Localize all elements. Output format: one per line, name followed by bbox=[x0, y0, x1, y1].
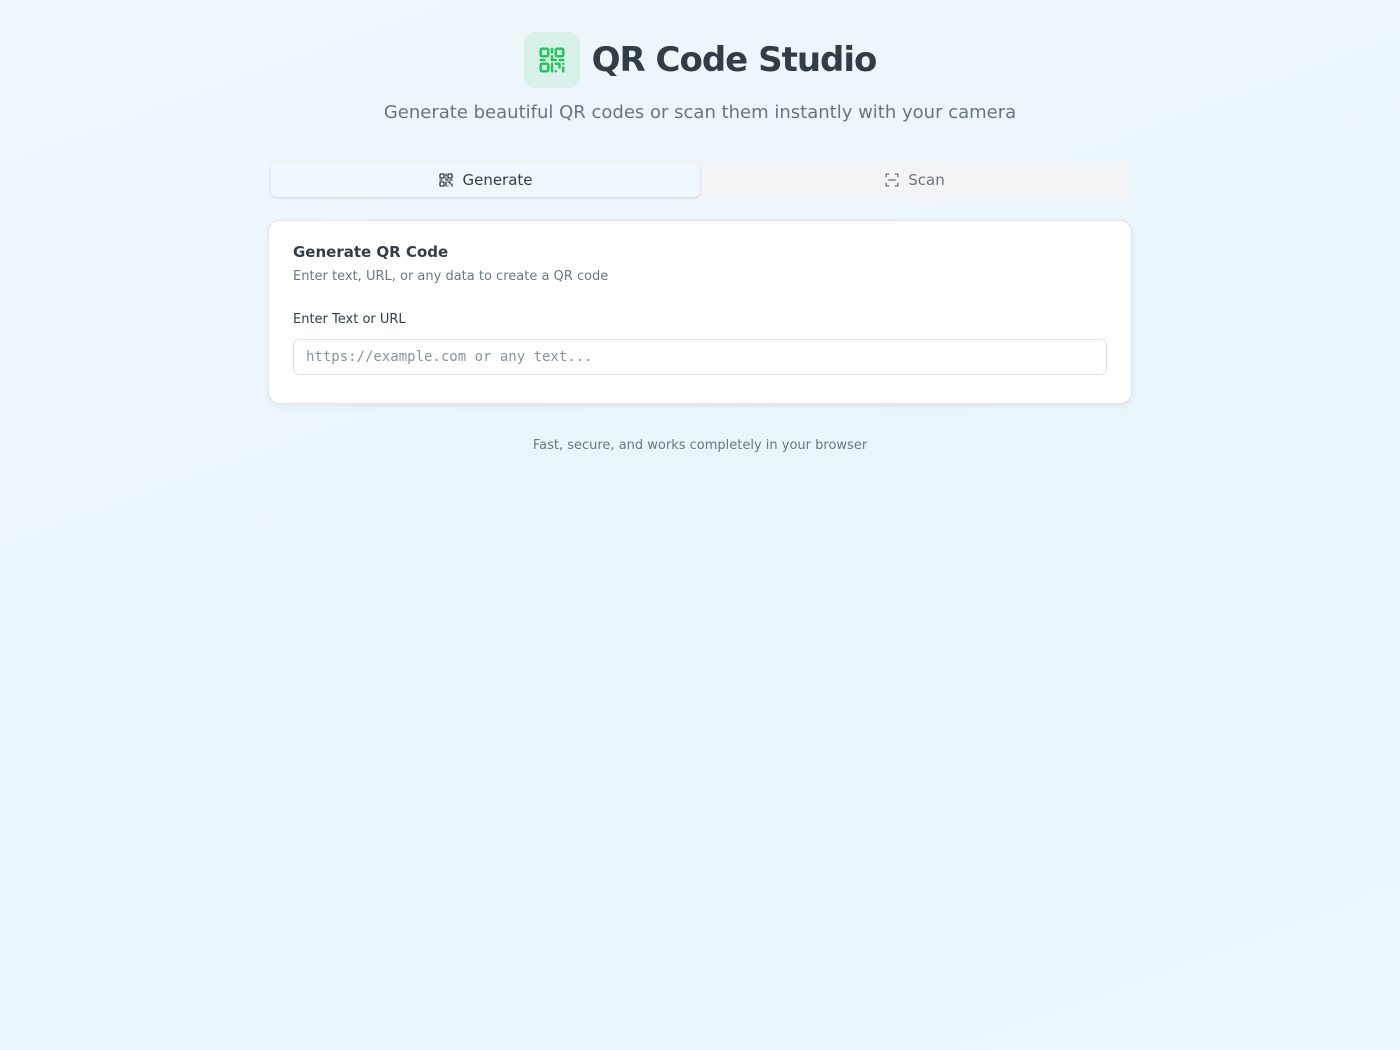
generate-card: Generate QR Code Enter text, URL, or any… bbox=[268, 220, 1132, 404]
tab-generate-label: Generate bbox=[462, 171, 533, 189]
scan-icon bbox=[885, 173, 899, 187]
text-input-label: Enter Text or URL bbox=[293, 312, 406, 327]
footer-note: Fast, secure, and works completely in yo… bbox=[532, 438, 868, 453]
page-title: QR Code Studio bbox=[591, 40, 878, 80]
text-url-input[interactable] bbox=[293, 339, 1107, 375]
tab-scan[interactable]: Scan bbox=[700, 163, 1129, 197]
tab-scan-label: Scan bbox=[908, 171, 945, 189]
mode-tabs: Generate Scan bbox=[268, 160, 1132, 200]
app-root: QR Code Studio Generate beautiful QR cod… bbox=[0, 0, 1400, 1050]
tab-generate[interactable]: Generate bbox=[271, 163, 700, 197]
qr-code-icon bbox=[539, 47, 565, 73]
header: QR Code Studio bbox=[0, 32, 1400, 88]
card-title: Generate QR Code bbox=[293, 243, 449, 261]
page-subtitle: Generate beautiful QR codes or scan them… bbox=[383, 102, 1017, 123]
logo bbox=[523, 32, 580, 88]
qr-code-icon bbox=[439, 173, 454, 187]
card-description: Enter text, URL, or any data to create a… bbox=[293, 269, 609, 284]
